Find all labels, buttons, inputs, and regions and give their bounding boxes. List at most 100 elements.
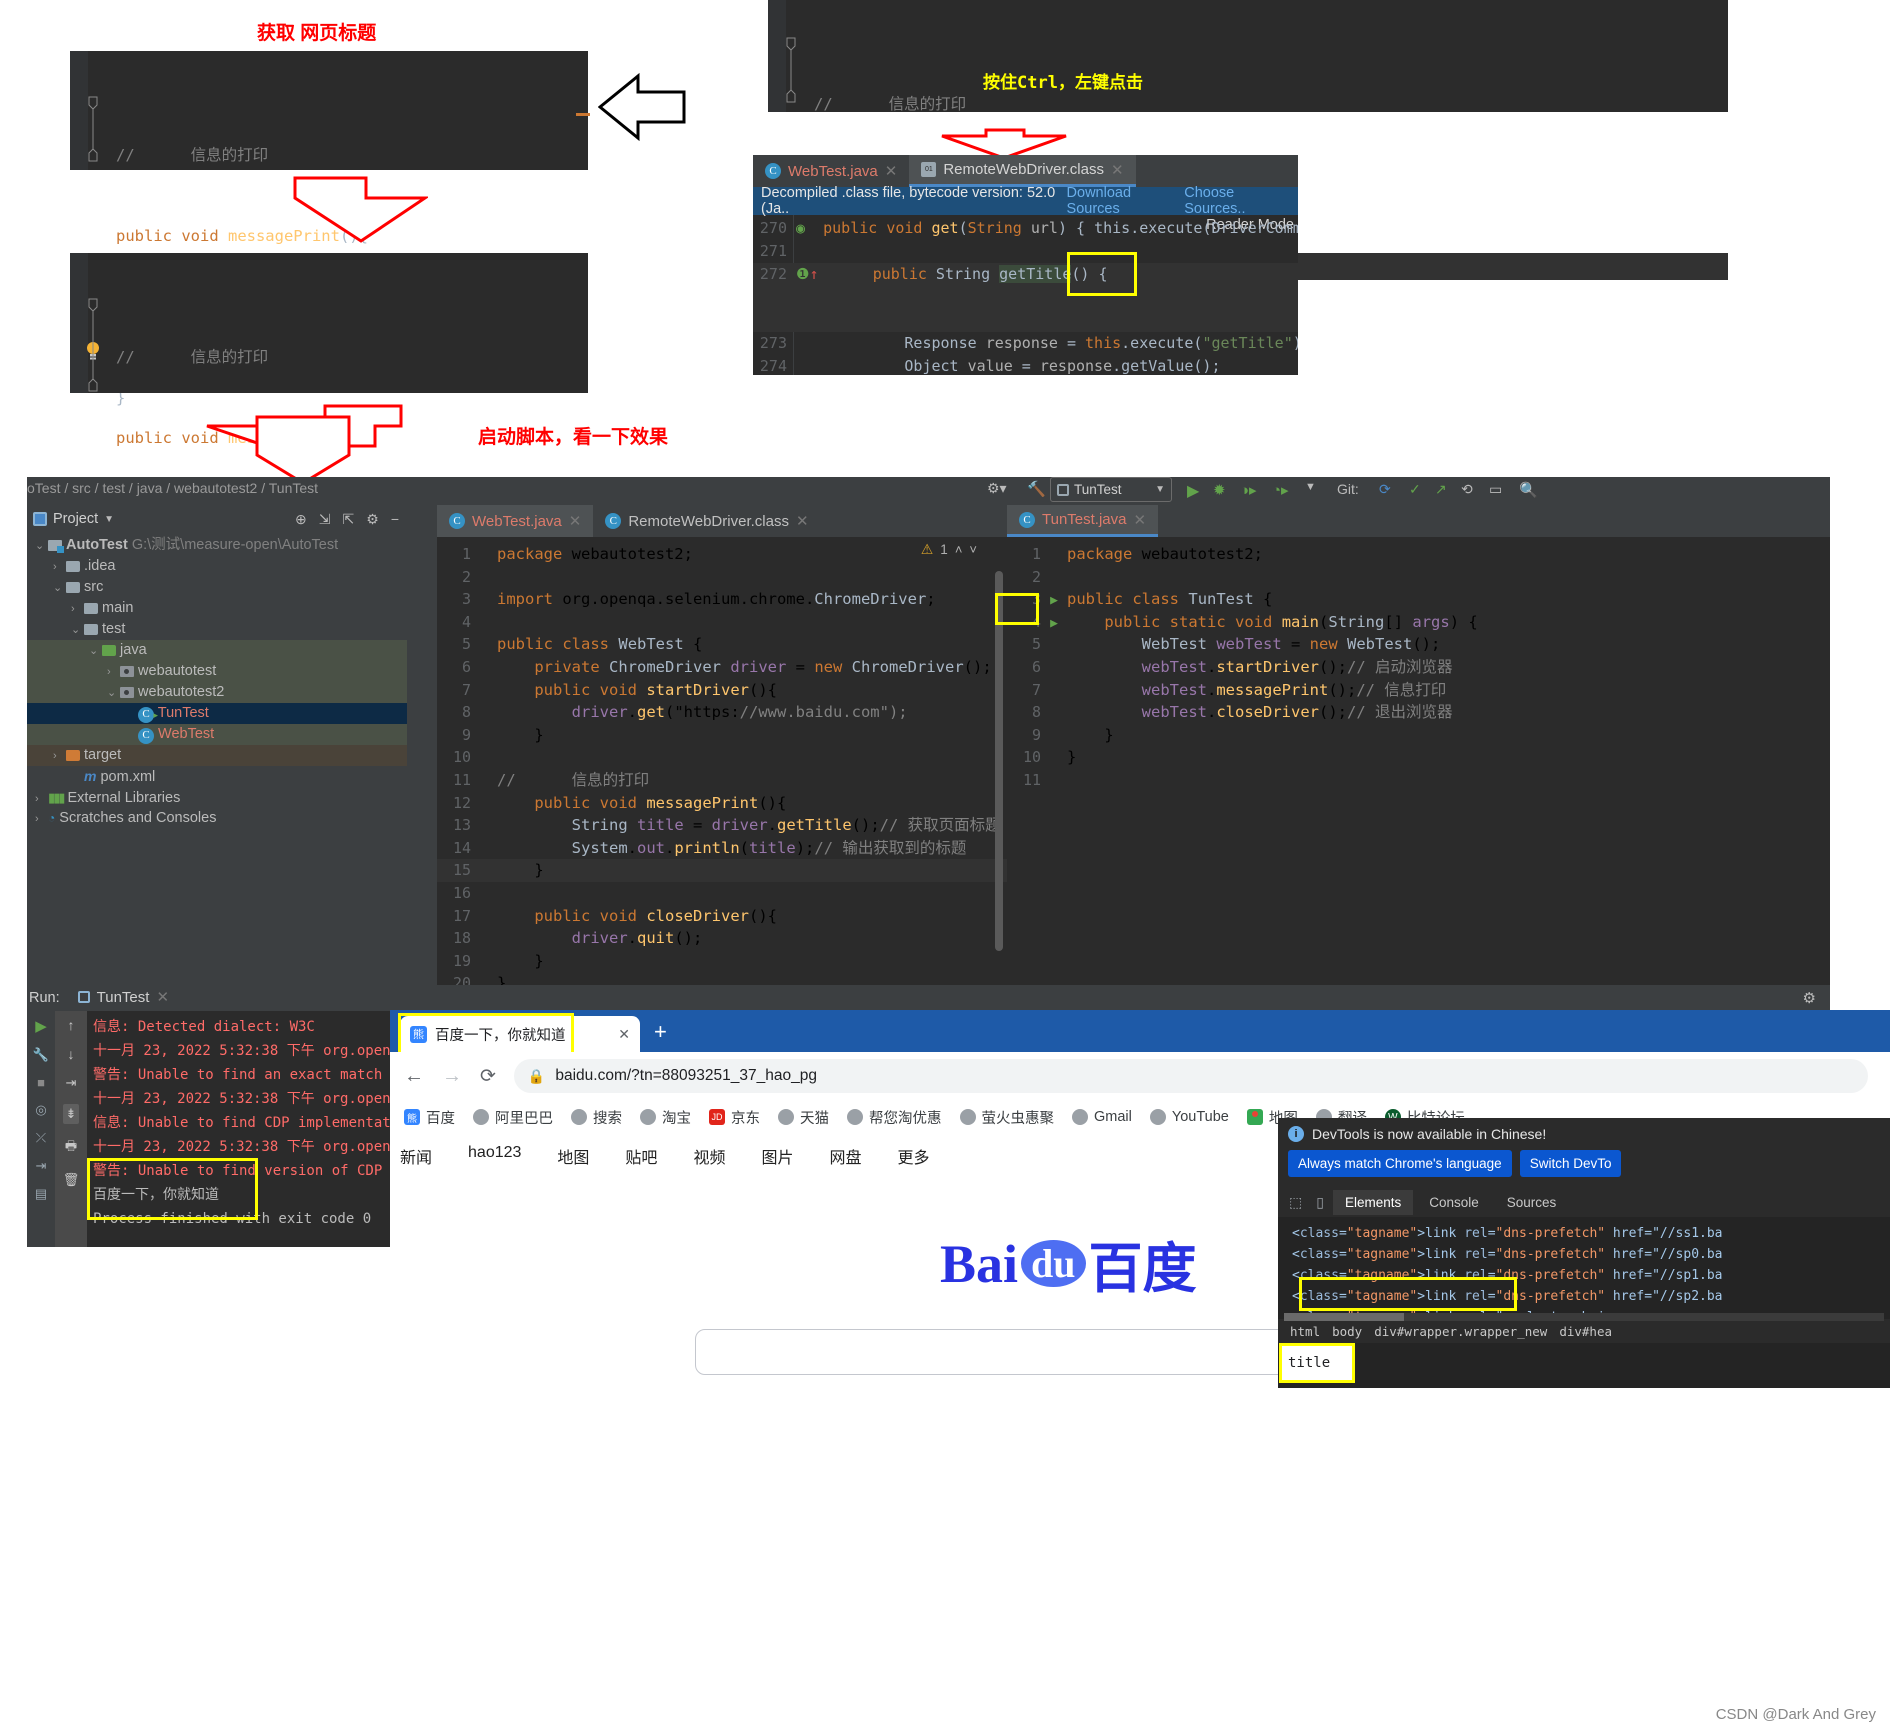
bookmark-icon[interactable]: ▭	[1489, 481, 1502, 498]
hide-icon[interactable]: −	[391, 511, 399, 528]
close-icon[interactable]: ✕	[569, 512, 582, 530]
chevron-right-icon[interactable]: ›	[35, 789, 48, 810]
search-icon[interactable]: 🔍	[1519, 481, 1538, 499]
tab-remotewebdriver-class[interactable]: C RemoteWebDriver.class ✕	[593, 505, 820, 537]
run-config-selector[interactable]: TunTest ▼	[1050, 477, 1172, 502]
tree-item-java[interactable]: ⌄ java	[27, 640, 407, 661]
bookmark-天猫[interactable]: 天猫	[778, 1107, 829, 1128]
tree-item-main[interactable]: › main	[27, 598, 407, 619]
tab-tuntest-java[interactable]: C TunTest.java ✕	[1007, 505, 1159, 537]
always-match-language-button[interactable]: Always match Chrome's language	[1288, 1150, 1512, 1177]
stop-icon[interactable]: ■	[37, 1075, 45, 1090]
chevron-down-icon[interactable]: ⌄	[71, 620, 84, 641]
devtools-breadcrumb-div-wrapper-wrapper-new[interactable]: div#wrapper.wrapper_new	[1368, 1322, 1553, 1341]
tree-item-test[interactable]: ⌄ test	[27, 619, 407, 640]
run-settings-gear-icon[interactable]: ⚙	[1803, 989, 1816, 1007]
forward-icon[interactable]: →	[442, 1065, 462, 1088]
devtools-breadcrumb-html[interactable]: html	[1284, 1322, 1326, 1341]
chevron-down-icon[interactable]: ⌄	[107, 683, 120, 704]
wrench-icon[interactable]: 🔧	[33, 1047, 49, 1063]
tree-item-external-libraries[interactable]: › ▮▮▮ External Libraries	[27, 787, 407, 808]
export-icon[interactable]: ⇥	[36, 1158, 47, 1174]
close-icon[interactable]: ✕	[885, 162, 898, 180]
devtools-tab-sources[interactable]: Sources	[1495, 1190, 1569, 1215]
baidu-nav-hao123[interactable]: hao123	[468, 1144, 521, 1168]
gear-icon[interactable]: ⚙	[366, 511, 379, 528]
editor-left-scrollbar[interactable]	[995, 571, 1003, 951]
close-icon[interactable]: ✕	[796, 512, 809, 530]
device-toolbar-icon[interactable]: ▯	[1311, 1194, 1329, 1211]
next-problem-icon[interactable]: ˅	[969, 542, 977, 557]
inspect-element-icon[interactable]: ⬚	[1284, 1194, 1307, 1211]
editor-left-code[interactable]: 1 package webautotest2; 2 3 import org.openq…	[437, 537, 1007, 995]
devtools-hscrollbar[interactable]	[1284, 1313, 1884, 1321]
devtools-breadcrumb-body[interactable]: body	[1326, 1322, 1368, 1341]
tree-item-scratches-and-consoles[interactable]: › ◔ Scratches and Consoles	[27, 808, 407, 829]
tree-item-target[interactable]: › target	[27, 745, 407, 766]
choose-sources-link[interactable]: Choose Sources..	[1184, 185, 1290, 217]
editor-right-code[interactable]: 1 package webautotest2; 2 3 ▶ public class Tu…	[1007, 537, 1830, 792]
baidu-nav-图片[interactable]: 图片	[761, 1144, 793, 1168]
inspection-widget[interactable]: ⚠ 1 ˄ ˅	[921, 541, 977, 558]
tree-item--idea[interactable]: › .idea	[27, 556, 407, 577]
git-commit-icon[interactable]: ✓	[1409, 481, 1421, 498]
print-icon[interactable]: 🖶	[65, 1137, 77, 1159]
collapse-all-icon[interactable]: ⇱	[343, 511, 355, 528]
chevron-right-icon[interactable]: ›	[53, 557, 66, 578]
settings-strip-icon[interactable]: ⚙▾	[987, 480, 1007, 497]
tree-item-webautotest2[interactable]: ⌄ webautotest2	[27, 682, 407, 703]
devtools-breadcrumbs[interactable]: html body div#wrapper.wrapper_new div#hea	[1278, 1319, 1890, 1343]
run-gutter-icon[interactable]: ▶	[1050, 616, 1058, 631]
rerun-icon[interactable]: ▶	[35, 1017, 47, 1035]
baidu-nav-更多[interactable]: 更多	[897, 1144, 929, 1168]
devtools-filter-box[interactable]: title	[1279, 1343, 1355, 1383]
tree-item-webautotest[interactable]: › webautotest	[27, 661, 407, 682]
soft-wrap-icon[interactable]: ⇥	[66, 1075, 77, 1091]
bookmark-京东[interactable]: JD 京东	[709, 1107, 760, 1128]
chevron-down-icon[interactable]: ⌄	[35, 536, 48, 557]
tab-webtest-java[interactable]: C WebTest.java ✕	[437, 505, 594, 537]
scroll-down-icon[interactable]: ↓	[68, 1046, 75, 1062]
rerun-failed-icon[interactable]: ⤫	[36, 1130, 46, 1146]
close-icon[interactable]: ✕	[1111, 161, 1124, 179]
baidu-nav-地图[interactable]: 地图	[557, 1144, 589, 1168]
bookmark-帮您淘优惠[interactable]: 帮您淘优惠	[847, 1107, 942, 1128]
build-icon[interactable]: 🔨	[1027, 480, 1046, 498]
close-icon[interactable]: ✕	[156, 988, 169, 1006]
devtools-tab-console[interactable]: Console	[1417, 1190, 1491, 1215]
run-tab-tuntest[interactable]: TunTest ✕	[69, 982, 178, 1014]
baidu-nav-视频[interactable]: 视频	[693, 1144, 725, 1168]
run-gutter-icon[interactable]: ▶	[1050, 593, 1058, 608]
more-run-icon[interactable]: ▼	[1305, 481, 1316, 493]
expand-all-icon[interactable]: ⇲	[319, 511, 331, 528]
pin-icon[interactable]: ▤	[35, 1186, 47, 1202]
baidu-nav-贴吧[interactable]: 贴吧	[625, 1144, 657, 1168]
switch-devtools-button[interactable]: Switch DevTo	[1519, 1150, 1622, 1177]
run-button[interactable]: ▶	[1187, 481, 1199, 501]
profile-button[interactable]: ◔▸	[1272, 481, 1289, 499]
devtools-breadcrumb-div-hea[interactable]: div#hea	[1553, 1322, 1618, 1341]
tree-item-tuntest[interactable]: C ▸ TunTest	[27, 703, 407, 724]
chevron-down-icon[interactable]: ▼	[104, 514, 114, 525]
close-icon[interactable]: ✕	[618, 1026, 630, 1043]
camera-icon[interactable]: ◎	[35, 1102, 46, 1118]
baidu-nav-新闻[interactable]: 新闻	[400, 1144, 432, 1168]
tree-item-webtest[interactable]: C WebTest	[27, 724, 407, 745]
tab-remotewebdriver-class[interactable]: 01 RemoteWebDriver.class ✕	[909, 155, 1136, 187]
bookmark-萤火虫惠聚[interactable]: 萤火虫惠聚	[959, 1107, 1054, 1128]
bookmark-YouTube[interactable]: YouTube	[1149, 1109, 1229, 1125]
download-sources-link[interactable]: Download Sources	[1067, 185, 1179, 217]
bookmark-百度[interactable]: 熊百度	[404, 1107, 455, 1128]
tab-webtest-java[interactable]: C WebTest.java ✕	[753, 155, 909, 187]
chevron-right-icon[interactable]: ›	[35, 809, 48, 830]
locate-icon[interactable]: ⊕	[295, 511, 307, 528]
address-bar[interactable]: 🔒 baidu.com/?tn=88093251_37_hao_pg	[513, 1059, 1868, 1093]
git-history-icon[interactable]: ⟲	[1461, 481, 1473, 498]
prev-problem-icon[interactable]: ˄	[955, 542, 963, 557]
back-icon[interactable]: ←	[404, 1065, 424, 1088]
bookmark-淘宝[interactable]: 淘宝	[640, 1107, 691, 1128]
tree-item-autotest[interactable]: ⌄ AutoTest G:\测试\measure-open\AutoTest	[27, 535, 407, 556]
new-tab-button[interactable]: +	[654, 1021, 667, 1043]
tree-item-src[interactable]: ⌄ src	[27, 577, 407, 598]
dom-node[interactable]: <class="tagname">link rel="dns-prefetch"…	[1292, 1223, 1890, 1244]
